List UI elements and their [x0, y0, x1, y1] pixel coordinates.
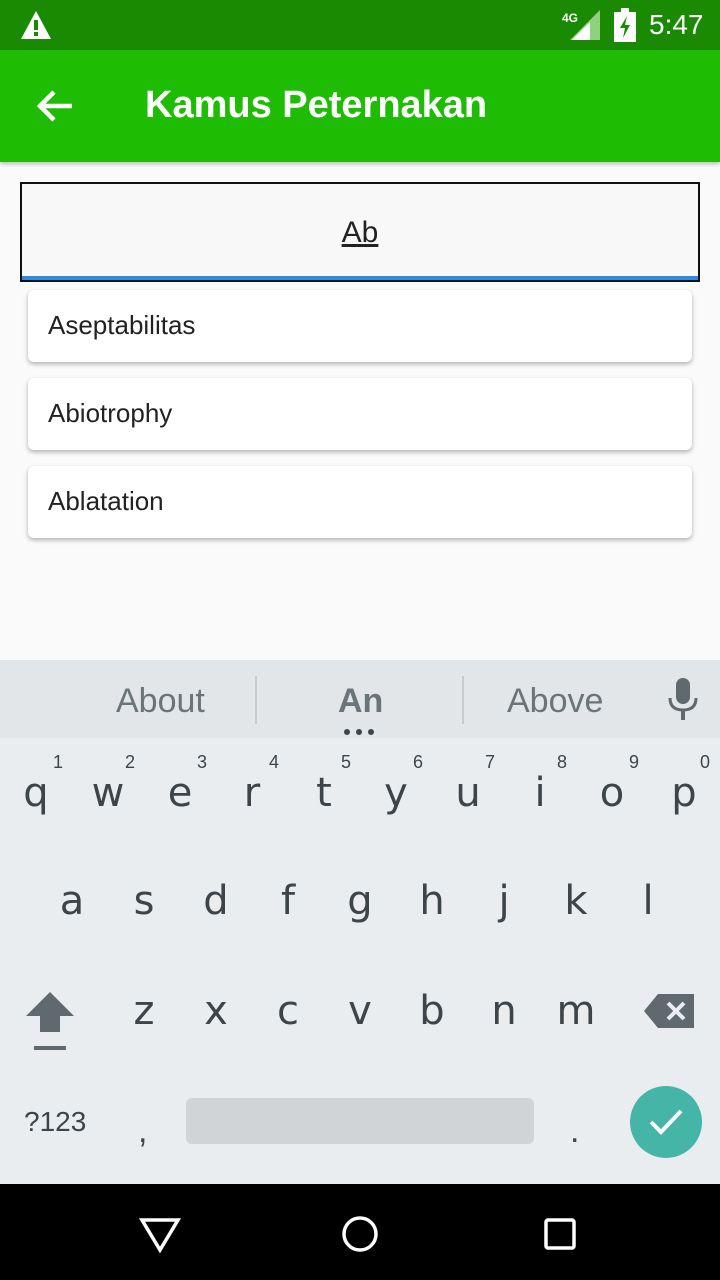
app-bar: Kamus Peternakan [0, 50, 720, 162]
key-k[interactable]: k [546, 878, 606, 924]
warning-icon [21, 11, 51, 39]
key-b[interactable]: b [402, 988, 462, 1034]
shift-icon[interactable] [24, 990, 76, 1052]
keyboard-suggestion-strip: About An Above [0, 660, 720, 738]
search-input-value[interactable]: Ab [22, 216, 698, 250]
signal-icon: 4G [562, 10, 600, 40]
key-m[interactable]: m [546, 988, 606, 1034]
navigation-bar [0, 1184, 720, 1280]
search-focus-underline [22, 276, 698, 280]
key-j[interactable]: j [474, 878, 534, 924]
divider [462, 676, 464, 724]
key-u[interactable]: u [438, 770, 498, 816]
key-n[interactable]: n [474, 988, 534, 1034]
word-suggestion[interactable]: About [116, 682, 205, 721]
back-nav-icon[interactable] [138, 1212, 182, 1256]
key-x[interactable]: x [186, 988, 246, 1034]
network-type-label: 4G [562, 11, 578, 25]
key-y[interactable]: y [366, 770, 426, 816]
key-v[interactable]: v [330, 988, 390, 1034]
search-input[interactable]: Ab [20, 182, 700, 282]
suggestion-label: Abiotrophy [48, 398, 173, 428]
comma-key[interactable]: , [138, 1112, 147, 1151]
back-arrow-icon[interactable] [30, 78, 82, 134]
key-l[interactable]: l [618, 878, 678, 924]
suggestion-item[interactable]: Abiotrophy [28, 378, 692, 450]
period-key[interactable]: . [570, 1112, 579, 1151]
microphone-icon[interactable] [666, 678, 700, 720]
key-i[interactable]: i [510, 770, 570, 816]
keyboard: 1 2 3 4 5 6 7 8 9 0 q w e r t y u i o p … [0, 738, 720, 1184]
key-s[interactable]: s [114, 878, 174, 924]
key-w[interactable]: w [78, 770, 138, 816]
status-bar: 4G 5:47 [0, 0, 720, 50]
key-h[interactable]: h [402, 878, 462, 924]
key-c[interactable]: c [258, 988, 318, 1034]
key-t[interactable]: t [294, 770, 354, 816]
battery-charging-icon [614, 8, 636, 42]
key-z[interactable]: z [114, 988, 174, 1034]
word-suggestion[interactable]: An [338, 682, 383, 721]
symbols-key[interactable]: ?123 [24, 1106, 86, 1138]
key-p[interactable]: p [654, 770, 714, 816]
backspace-icon[interactable] [644, 994, 694, 1028]
home-nav-icon[interactable] [338, 1212, 382, 1256]
recents-nav-icon[interactable] [538, 1212, 582, 1256]
key-q[interactable]: q [6, 770, 66, 816]
word-suggestion[interactable]: Above [507, 682, 603, 721]
suggestion-label: Aseptabilitas [48, 310, 196, 340]
key-r[interactable]: r [222, 770, 282, 816]
key-f[interactable]: f [258, 878, 318, 924]
key-a[interactable]: a [42, 878, 102, 924]
suggestion-item[interactable]: Ablatation [28, 466, 692, 538]
key-d[interactable]: d [186, 878, 246, 924]
suggestion-item[interactable]: Aseptabilitas [28, 290, 692, 362]
key-e[interactable]: e [150, 770, 210, 816]
more-suggestions-icon[interactable] [343, 728, 375, 736]
enter-button[interactable] [630, 1086, 702, 1158]
checkmark-icon [649, 1109, 683, 1135]
status-time: 5:47 [649, 9, 704, 40]
page-title: Kamus Peternakan [145, 84, 488, 126]
key-g[interactable]: g [330, 878, 390, 924]
divider [255, 676, 257, 724]
space-bar[interactable] [186, 1098, 534, 1144]
suggestion-label: Ablatation [48, 486, 164, 516]
key-o[interactable]: o [582, 770, 642, 816]
